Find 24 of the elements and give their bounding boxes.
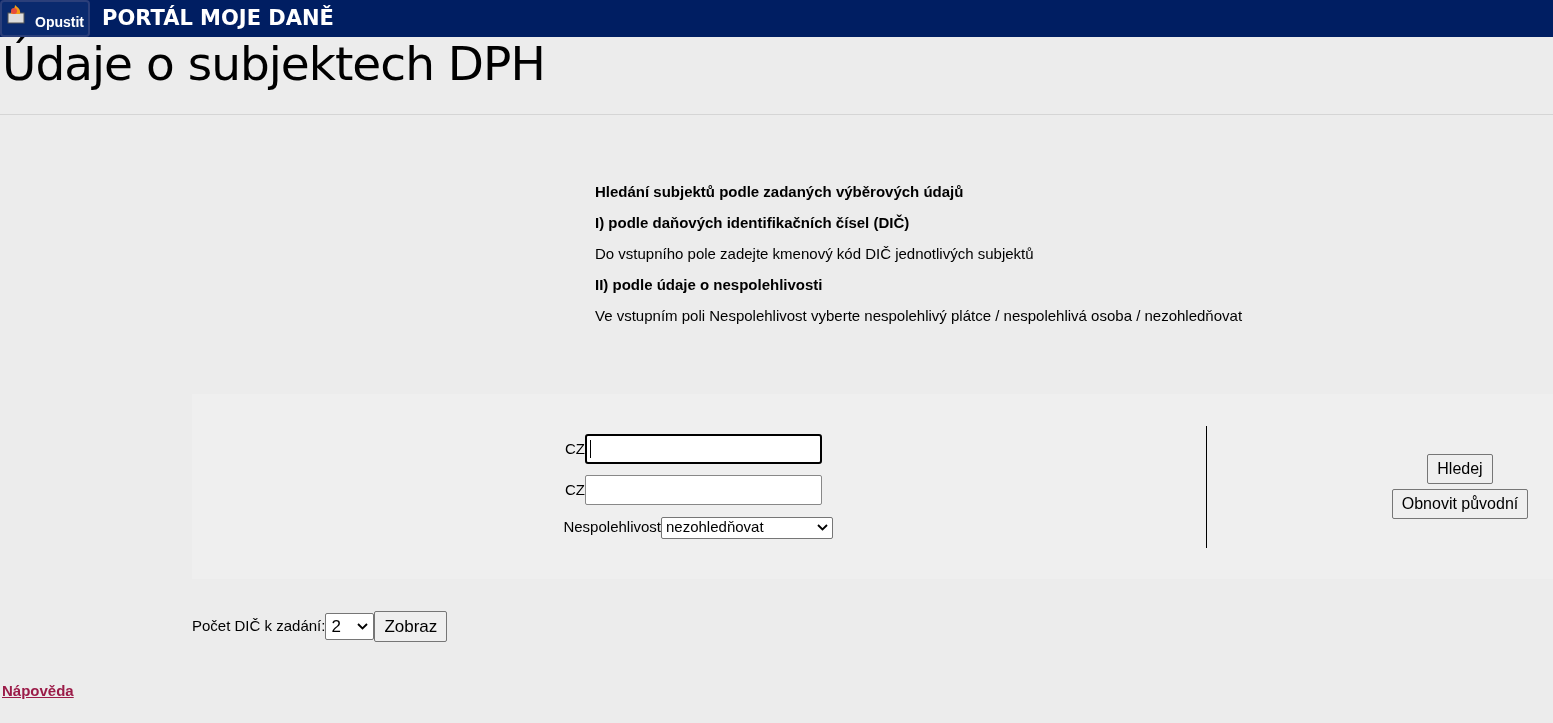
- exit-button[interactable]: Opustit: [0, 0, 90, 37]
- chevron-down-icon: [817, 524, 828, 531]
- cz-prefix-label: CZ: [565, 480, 585, 500]
- dic-input-field[interactable]: [585, 434, 822, 465]
- unreliability-label: Nespolehlivost: [563, 517, 661, 538]
- section-heading: I) podle daňových identifikačních čísel (DIČ): [595, 213, 911, 233]
- portal-title: PORTÁL MOJE DANĚ: [102, 4, 334, 32]
- section-heading: Hledání subjektů podle zadaných výběrových údajů: [595, 182, 965, 202]
- search-button[interactable]: Hledej: [1427, 454, 1493, 484]
- unreliability-select[interactable]: nezohledňovat: [661, 516, 833, 539]
- show-button[interactable]: Zobraz: [374, 611, 448, 642]
- reset-button[interactable]: Obnovit původní: [1391, 489, 1529, 519]
- cz-prefix-label: CZ: [565, 439, 585, 459]
- help-link[interactable]: Nápověda: [2, 680, 74, 703]
- instruction-text: Ve vstupním poli Nespolehlivost vyberte nespolehlivý plátce / nespolehlivá osoba / nezohledňovat: [595, 306, 1244, 326]
- dic-count-select[interactable]: 2: [325, 613, 375, 640]
- section-heading: II) podle údaje o nespolehlivosti: [595, 275, 824, 295]
- chevron-down-icon: [357, 623, 369, 630]
- page-title: Údaje o subjektech DPH: [1, 38, 546, 90]
- dic-count-label: Počet DIČ k zadání:: [192, 616, 326, 637]
- text-cursor: [590, 440, 591, 459]
- dic-input-field[interactable]: [585, 475, 822, 506]
- burning-box-icon: [6, 3, 28, 25]
- instruction-text: Do vstupního pole zadejte kmenový kód DIČ jednotlivých subjektů: [595, 244, 1035, 264]
